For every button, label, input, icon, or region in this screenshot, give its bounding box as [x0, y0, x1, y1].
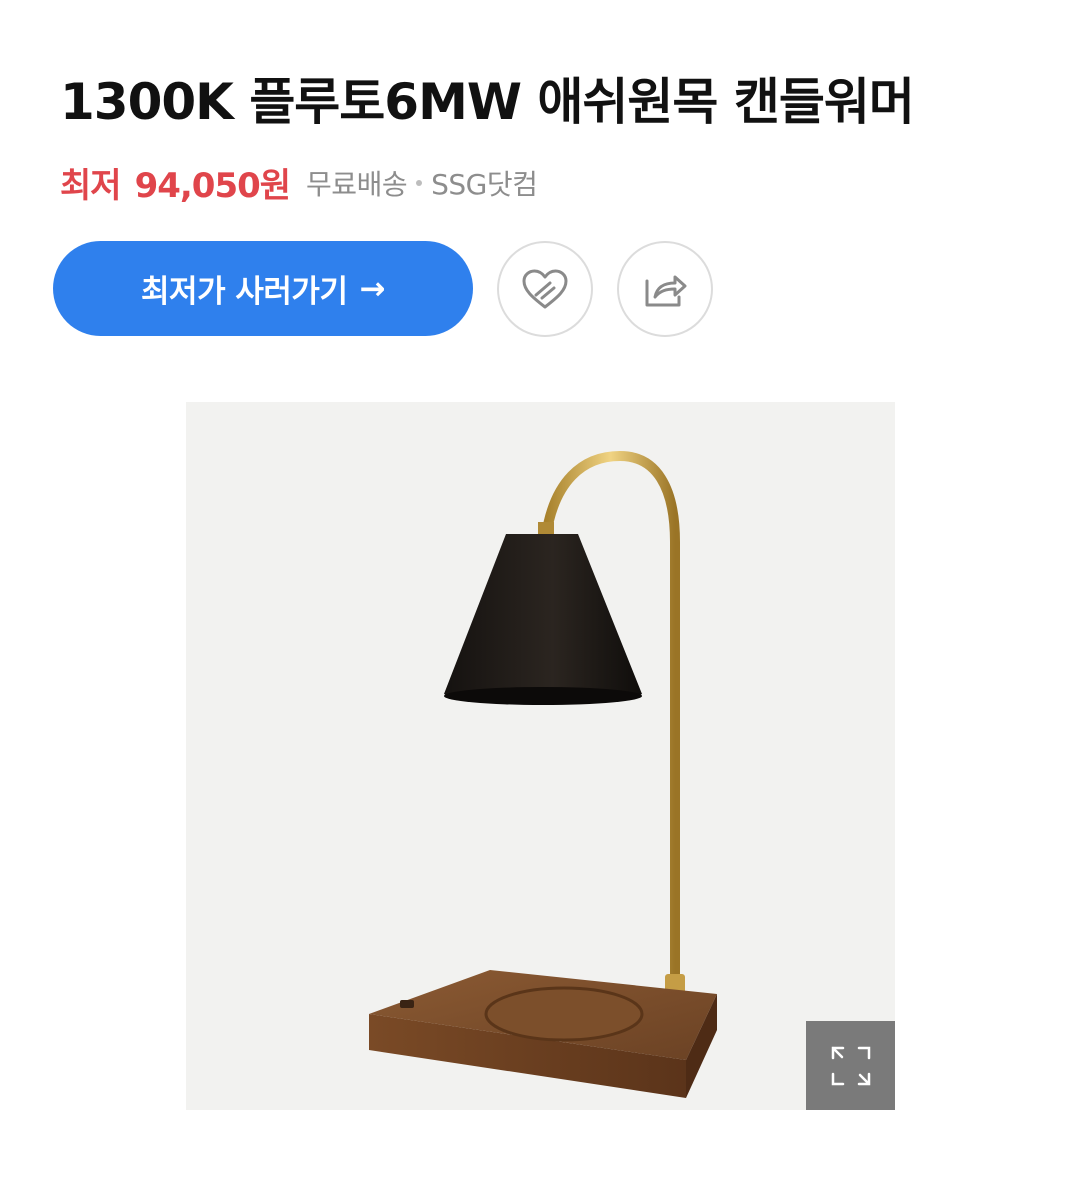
- product-page: 1300K 플루토6MW 애쉬원목 캔들워머 최저 94,050원 무료배송 S…: [0, 0, 1080, 1189]
- price-label: 최저: [60, 166, 122, 206]
- arrow-right-icon: →: [359, 270, 385, 307]
- share-button[interactable]: [617, 241, 713, 337]
- expand-icon: [831, 1046, 870, 1085]
- like-button[interactable]: [497, 241, 593, 337]
- price-row: 최저 94,050원 무료배송 SSG닷컴: [60, 158, 538, 207]
- separator-dot: [416, 179, 423, 186]
- share-icon: [645, 275, 687, 307]
- heart-outline-icon: [522, 269, 568, 309]
- product-title: 1300K 플루토6MW 애쉬원목 캔들워머: [60, 73, 915, 131]
- shipping-info: 무료배송: [306, 167, 408, 201]
- buy-lowest-price-button[interactable]: 최저가 사러가기 →: [53, 241, 473, 336]
- price-value: 94,050원: [134, 166, 291, 206]
- candle-warmer-lamp-illustration: [369, 450, 717, 1098]
- buy-button-label: 최저가 사러가기: [141, 274, 348, 310]
- seller-name: SSG닷컴: [431, 167, 538, 201]
- product-image[interactable]: [186, 402, 895, 1110]
- expand-image-button[interactable]: [806, 1021, 895, 1110]
